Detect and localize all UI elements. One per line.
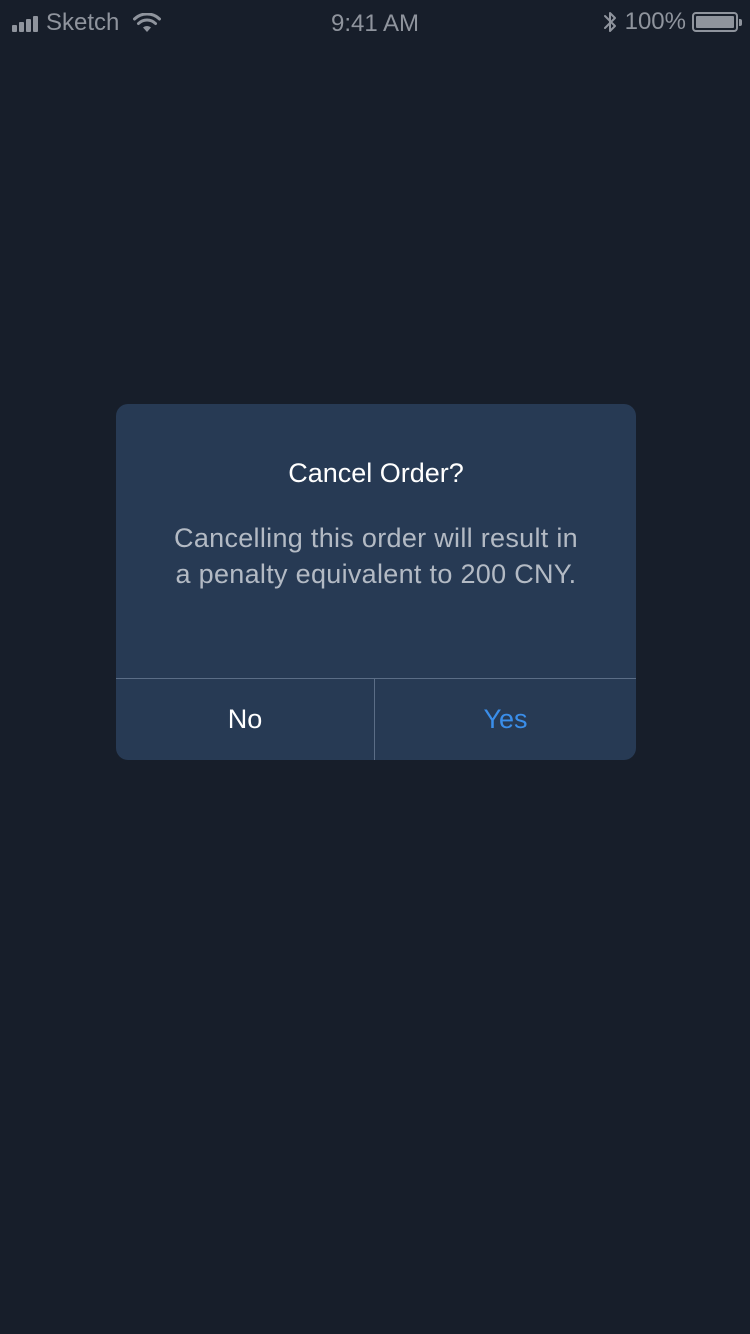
no-button[interactable]: No <box>116 679 374 760</box>
screen: Sketch 9:41 AM 100% Cancel Order? Cancel… <box>0 0 750 1334</box>
battery-tip <box>739 19 742 26</box>
cancel-order-dialog: Cancel Order? Cancelling this order will… <box>116 404 636 760</box>
dialog-title: Cancel Order? <box>288 458 464 488</box>
status-bar: Sketch 9:41 AM 100% <box>0 0 750 44</box>
yes-button[interactable]: Yes <box>375 679 636 760</box>
battery-level-fill <box>696 16 734 28</box>
battery-icon <box>692 12 742 32</box>
dialog-message: Cancelling this order will result in a p… <box>174 523 578 589</box>
battery-percent: 100% <box>624 8 686 35</box>
status-bar-right: 100% <box>603 8 742 36</box>
bluetooth-icon <box>603 12 616 32</box>
